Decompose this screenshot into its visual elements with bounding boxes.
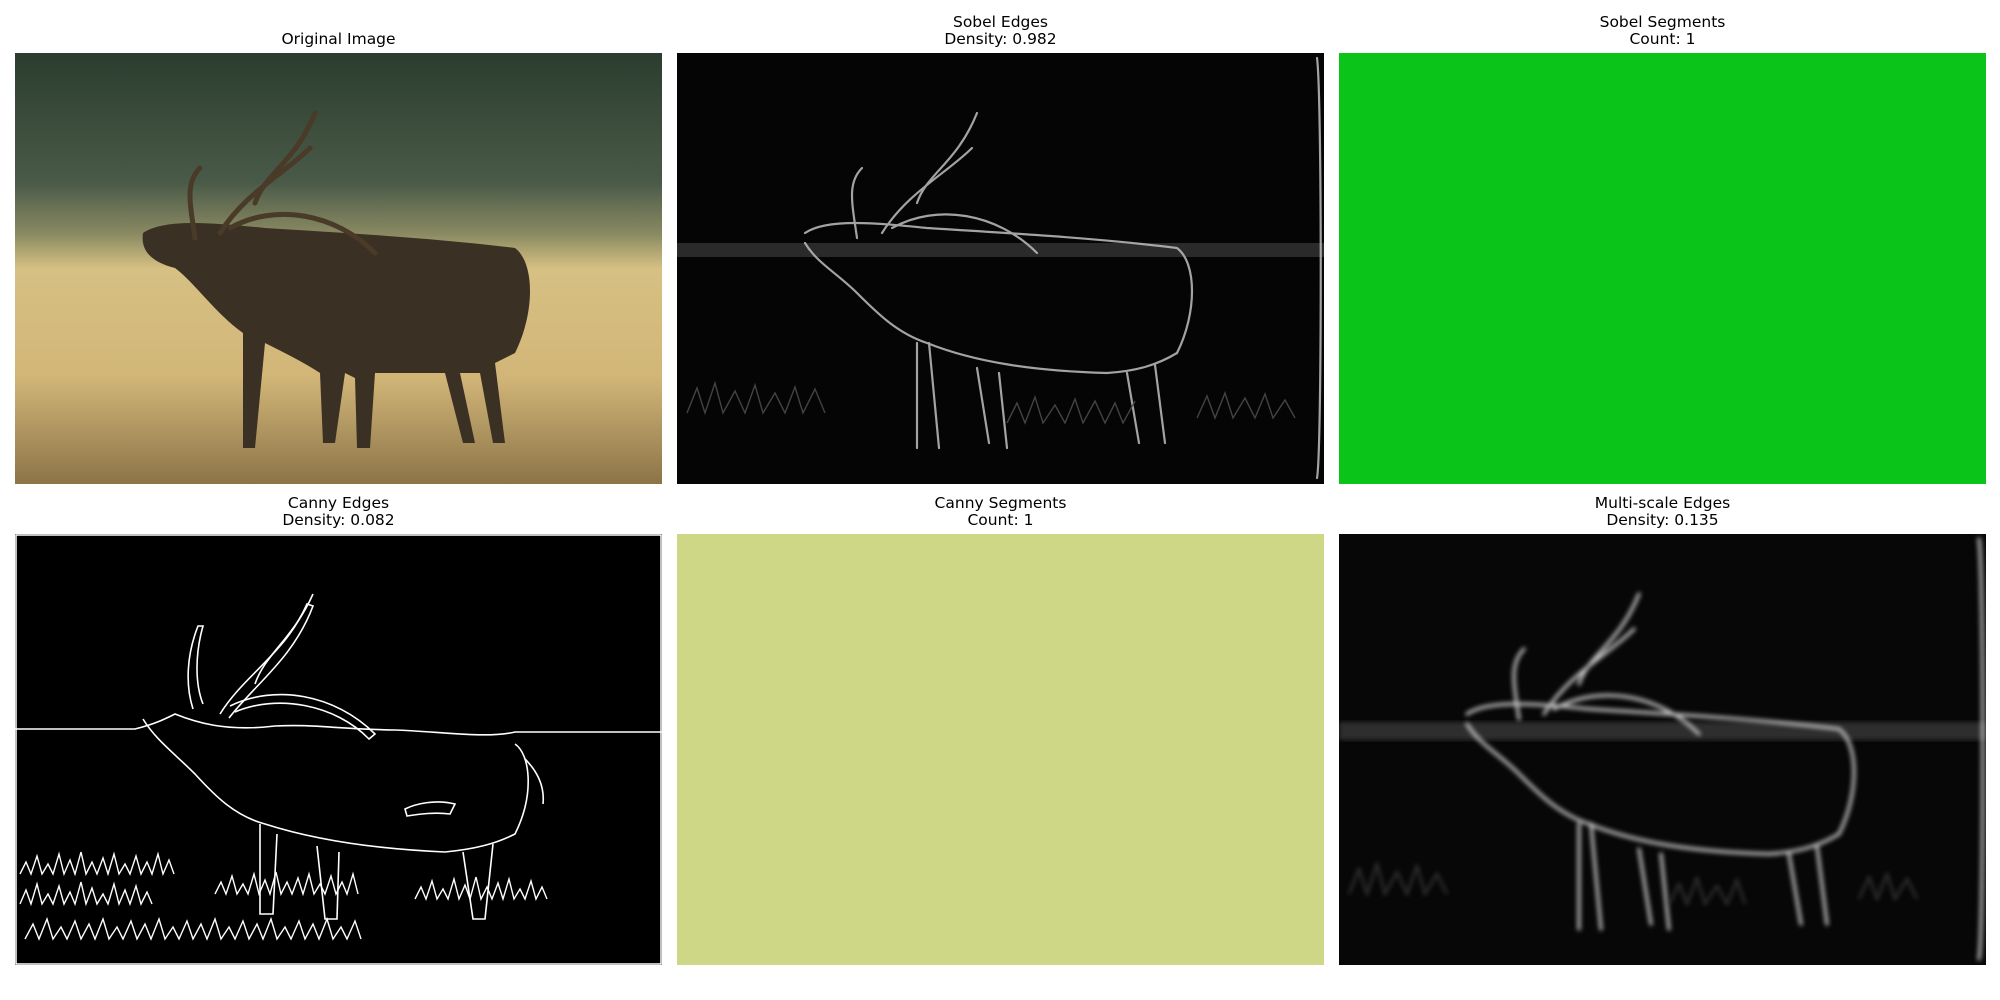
panel-sobel-edges: Sobel Edges Density: 0.982 xyxy=(677,14,1324,484)
panel-title: Multi-scale Edges Density: 0.135 xyxy=(1594,494,1731,529)
original-elk-photo xyxy=(15,53,662,484)
panel-title: Original Image xyxy=(281,30,396,48)
panel-sobel-segments: Sobel Segments Count: 1 xyxy=(1339,14,1986,484)
panel-canny-segments: Canny Segments Count: 1 xyxy=(677,495,1324,965)
panel-canny-edges: Canny Edges Density: 0.082 xyxy=(15,495,662,965)
panel-multiscale-edges: Multi-scale Edges Density: 0.135 xyxy=(1339,495,1986,965)
panel-title: Canny Segments Count: 1 xyxy=(934,494,1067,529)
canny-segments-map xyxy=(677,534,1324,965)
panel-title: Sobel Segments Count: 1 xyxy=(1599,13,1726,48)
multiscale-edges-image xyxy=(1339,534,1986,965)
sobel-segments-map xyxy=(1339,53,1986,484)
panel-title: Canny Edges Density: 0.082 xyxy=(282,494,395,529)
canny-edges-image xyxy=(15,534,662,965)
panel-original-image: Original Image xyxy=(15,31,662,484)
sobel-edges-image xyxy=(677,53,1324,484)
panel-title: Sobel Edges Density: 0.982 xyxy=(944,13,1057,48)
